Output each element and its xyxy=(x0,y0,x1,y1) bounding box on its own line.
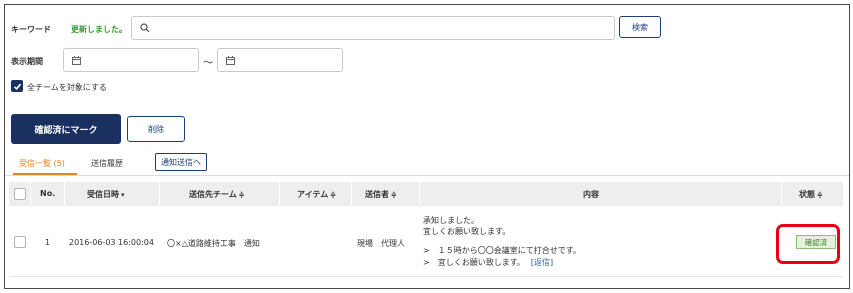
period-to-input[interactable] xyxy=(217,48,343,72)
calendar-icon xyxy=(226,55,235,65)
column-divider xyxy=(781,182,782,206)
calendar-icon xyxy=(72,55,81,65)
column-divider xyxy=(279,182,280,206)
row-no: 1 xyxy=(45,238,51,247)
header-content: 内容 xyxy=(583,190,599,199)
column-divider xyxy=(159,182,160,206)
header-team-label: 送信先チーム xyxy=(189,190,237,199)
header-status[interactable]: 状態 ≑ xyxy=(799,189,823,200)
search-icon xyxy=(140,23,150,33)
page-frame: キーワード 更新しました。 検索 表示期間 〜 全チームを対象にする 確認済にマ… xyxy=(4,4,850,289)
row-team: 〇×△道路維持工事 通知 xyxy=(167,239,260,248)
tab-inbox[interactable]: 受信一覧 (5) xyxy=(19,158,65,169)
header-received-label: 受信日時 xyxy=(87,190,119,199)
select-all-checkbox[interactable] xyxy=(14,188,26,200)
column-divider xyxy=(30,182,31,206)
header-sender-label: 送信者 xyxy=(365,190,389,199)
row-sender: 現場 代理人 xyxy=(357,239,405,248)
period-label: 表示期間 xyxy=(11,57,43,66)
sort-icon: ≑ xyxy=(330,190,337,199)
column-divider xyxy=(419,182,420,206)
reply-link[interactable]: [返信] xyxy=(531,257,553,268)
all-teams-label: 全チームを対象にする xyxy=(27,83,107,92)
row-received-datetime: 2016-06-03 16:00:04 xyxy=(69,238,154,247)
period-separator: 〜 xyxy=(203,58,213,69)
keyword-input[interactable] xyxy=(131,16,615,40)
row-quote-line2-wrap: > 宜しくお願い致します。 [返信] xyxy=(423,257,553,268)
row-quote-line1: > １５時から〇〇会議室にて打合せです。 xyxy=(423,246,581,255)
sort-icon: ≑ xyxy=(391,190,397,199)
header-status-label: 状態 xyxy=(799,190,815,199)
header-received-datetime[interactable]: 受信日時 ▾ xyxy=(87,189,125,200)
table-row[interactable]: 1 2016-06-03 16:00:04 〇×△道路維持工事 通知 現場 代理… xyxy=(9,206,843,277)
delete-button[interactable]: 削除 xyxy=(127,116,185,142)
table-header: No. 受信日時 ▾ 送信先チーム ≑ アイテム ≑ 送信者 ≑ 内容 状態 ≑ xyxy=(9,182,843,206)
sort-icon: ≑ xyxy=(238,190,245,199)
header-sender[interactable]: 送信者 ≑ xyxy=(365,189,397,200)
search-button[interactable]: 検索 xyxy=(619,16,661,38)
updated-message: 更新しました。 xyxy=(71,25,127,34)
column-divider xyxy=(64,182,65,206)
status-highlight-box xyxy=(776,224,840,264)
row-checkbox[interactable] xyxy=(14,236,26,248)
row-content-line1: 承知しました。 xyxy=(423,216,479,225)
header-item-label: アイテム xyxy=(297,190,329,199)
row-quote-line2: > 宜しくお願い致します。 xyxy=(423,258,525,267)
all-teams-checkbox[interactable] xyxy=(11,80,23,92)
sort-desc-icon: ▾ xyxy=(121,190,125,199)
check-icon xyxy=(13,83,21,90)
period-from-input[interactable] xyxy=(63,48,199,72)
header-team[interactable]: 送信先チーム ≑ xyxy=(189,189,245,200)
column-divider xyxy=(351,182,352,206)
tab-sent-history[interactable]: 送信履歴 xyxy=(91,158,123,169)
header-no: No. xyxy=(40,189,56,198)
header-item[interactable]: アイテム ≑ xyxy=(297,189,336,200)
notify-send-button[interactable]: 通知送信へ xyxy=(155,153,207,171)
keyword-label: キーワード xyxy=(11,25,51,34)
sort-icon: ≑ xyxy=(817,190,823,199)
mark-confirmed-button[interactable]: 確認済にマーク xyxy=(11,114,121,144)
row-content-line2: 宜しくお願い致します。 xyxy=(423,227,511,236)
tab-divider xyxy=(5,175,849,176)
